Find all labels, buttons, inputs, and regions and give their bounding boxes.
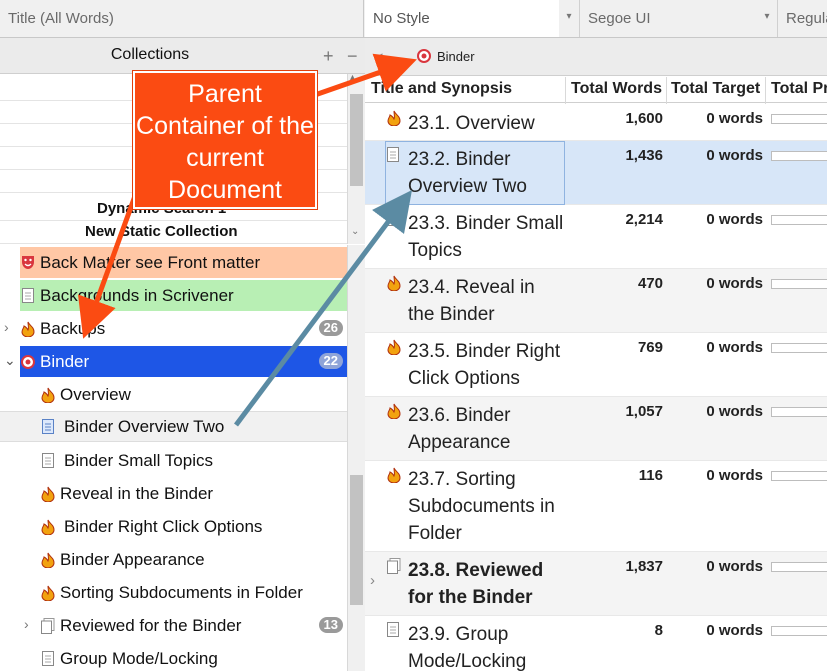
blue-arrow <box>233 189 412 427</box>
annotation-arrows <box>78 53 417 427</box>
orange-arrow-pathbar <box>311 53 417 99</box>
annotation-callout: Parent Container of the current Document <box>133 71 317 209</box>
orange-arrow-binder <box>78 195 138 339</box>
